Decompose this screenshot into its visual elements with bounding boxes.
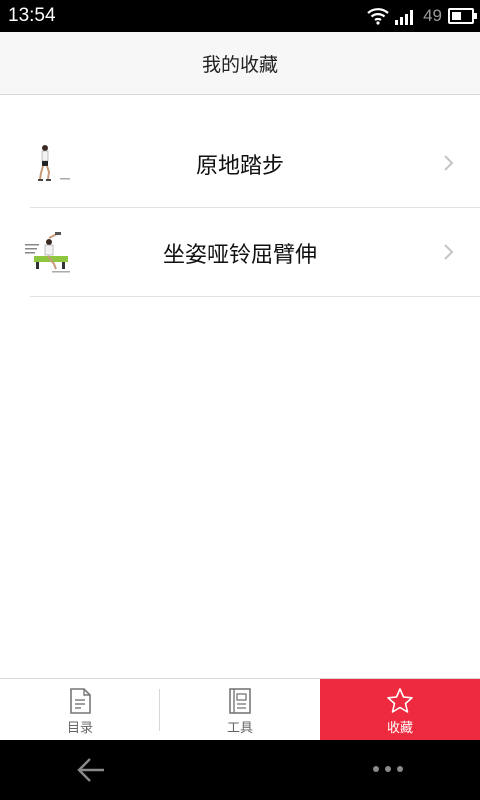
tab-favorites[interactable]: 收藏 [320,679,480,741]
chevron-right-icon [444,244,454,260]
favorite-item[interactable]: 坐姿哑铃屈臂伸 [0,208,480,297]
more-dots-icon[interactable] [372,764,404,774]
battery-percent: 49 [423,6,442,25]
battery-icon [448,8,477,24]
tab-label: 工具 [226,721,253,736]
tab-label: 目录 [66,721,93,736]
document-icon [70,688,91,714]
favorite-label: 原地踏步 [195,153,284,179]
favorite-label: 坐姿哑铃屈臂伸 [162,242,317,268]
status-bar: 13:54 49 [0,0,480,32]
status-indicators: 49 [367,4,477,28]
favorite-item[interactable]: 原地踏步 [0,119,480,208]
tab-catalog[interactable]: 目录 [0,679,160,741]
page-title: 我的收藏 [201,53,278,76]
wifi-icon [367,8,389,25]
favorites-list: 原地踏步 坐姿哑铃屈臂伸 [0,119,480,297]
system-navigation-bar [0,740,480,800]
tab-label: 收藏 [386,721,413,736]
status-time: 13:54 [8,5,56,26]
header-bar: 我的收藏 [0,32,480,95]
book-icon [229,688,251,714]
tab-tools[interactable]: 工具 [160,679,320,741]
bottom-tab-bar: 目录 工具 收藏 [0,678,480,741]
battery-level [452,12,461,20]
chevron-right-icon [444,155,454,171]
divider [30,296,480,297]
back-arrow-icon[interactable] [76,756,106,784]
star-icon [387,688,413,713]
signal-icon [395,10,414,25]
